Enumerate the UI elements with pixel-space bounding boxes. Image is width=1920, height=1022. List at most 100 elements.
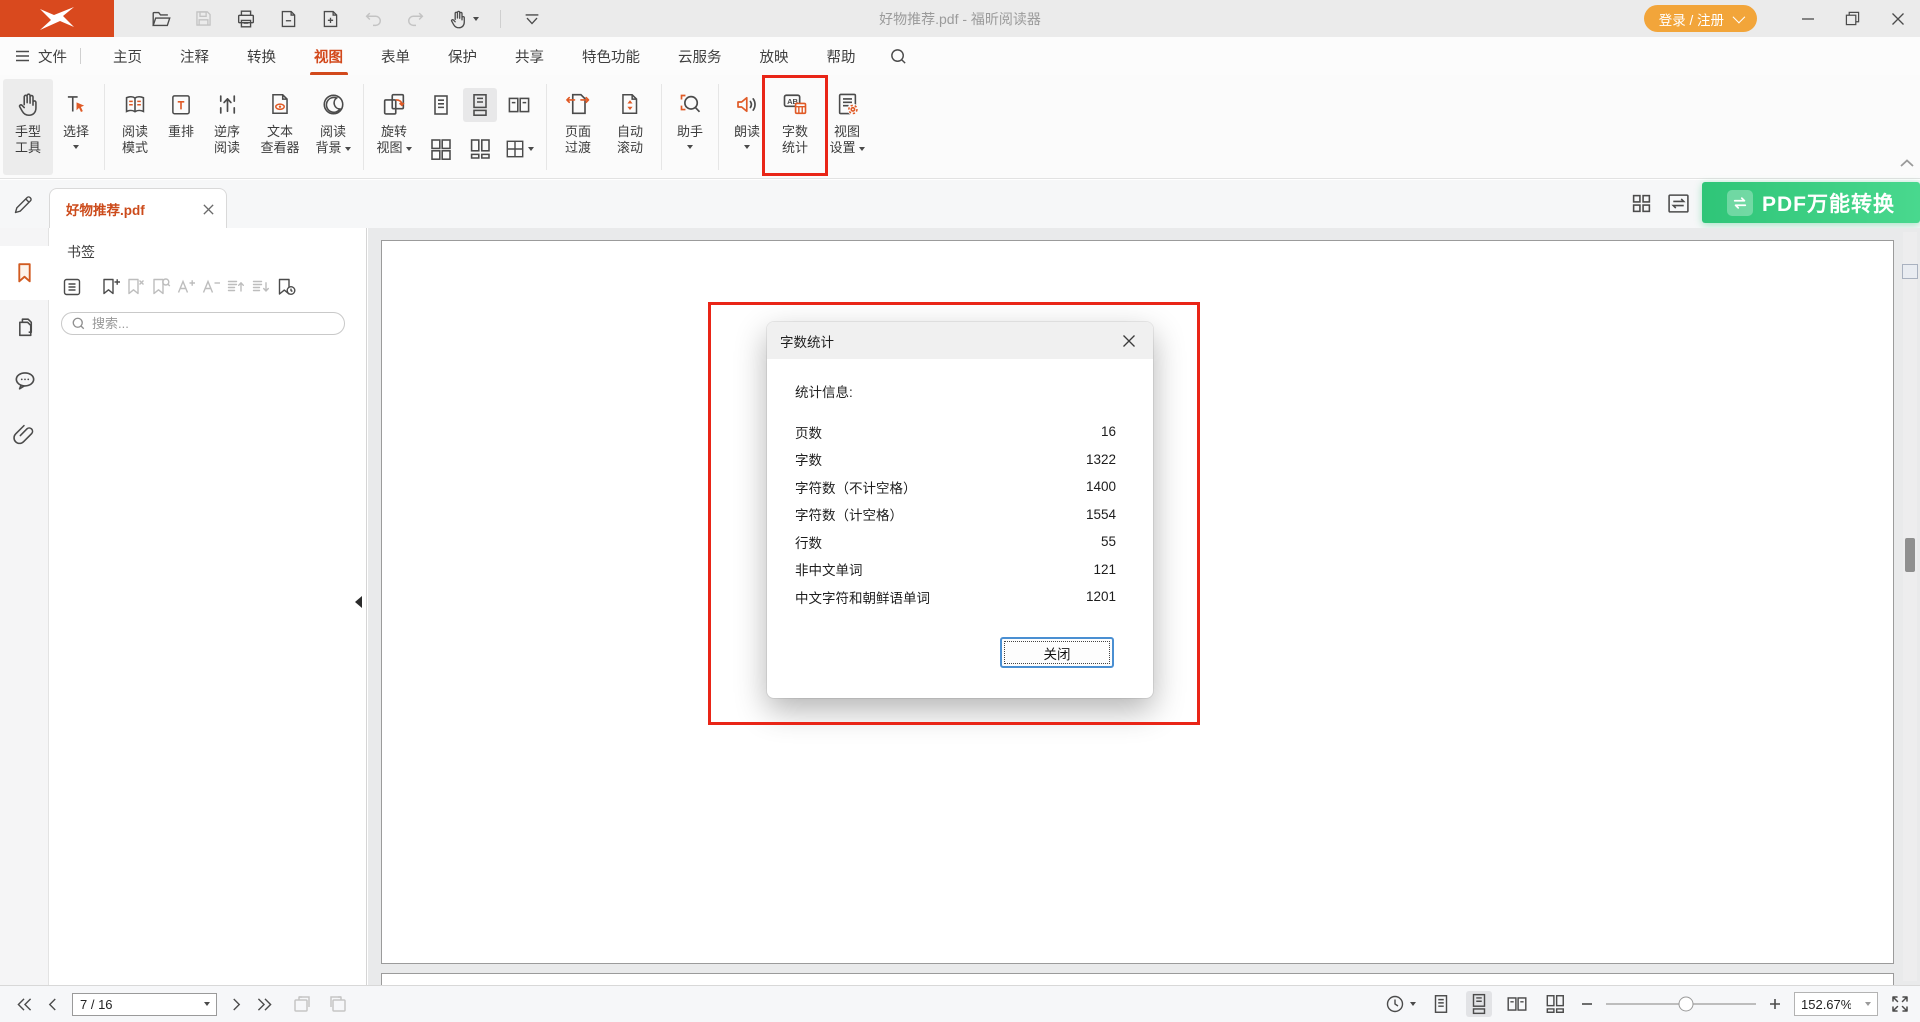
bookmark-search-input[interactable]	[92, 316, 335, 331]
minimize-button[interactable]	[1785, 0, 1830, 37]
bookmark-expand-icon[interactable]	[223, 275, 248, 299]
menu-item-present[interactable]: 放映	[760, 36, 789, 76]
word-count-button[interactable]: AB 字数 统计	[770, 79, 820, 175]
menu-item-protect[interactable]: 保护	[448, 36, 477, 76]
layout-continuous-button[interactable]	[463, 88, 497, 122]
stat-row-chars-with-spaces: 字符数（计空格）1554	[795, 501, 1116, 529]
next-page-button[interactable]	[231, 997, 242, 1012]
menu-item-cloud[interactable]: 云服务	[678, 36, 722, 76]
status-layout-continuous-button[interactable]	[1466, 991, 1492, 1017]
print-icon	[235, 8, 257, 30]
tab-swap-icon[interactable]	[1667, 193, 1690, 214]
layout-single-page-button[interactable]	[424, 88, 458, 122]
sidebar-item-pages[interactable]	[0, 300, 49, 354]
bookmark-add-icon[interactable]	[98, 275, 123, 299]
sidebar-item-comments[interactable]	[0, 354, 49, 408]
page-number-combo[interactable]	[72, 993, 217, 1016]
bookmark-list-icon[interactable]	[59, 275, 84, 299]
assistant-button[interactable]: 助手	[667, 79, 713, 175]
view-settings-button[interactable]: 视图 设置	[820, 79, 874, 175]
page-transition-button[interactable]: 页面 过渡	[552, 79, 604, 175]
page-minus-button[interactable]	[278, 8, 299, 30]
vertical-scrollbar[interactable]	[1903, 232, 1917, 981]
undo-button[interactable]	[362, 9, 384, 29]
previous-view-button[interactable]	[291, 994, 313, 1014]
font-increase-icon[interactable]	[173, 275, 198, 299]
rotate-view-button[interactable]: 旋转 视图	[369, 79, 419, 175]
previous-page-button[interactable]	[47, 997, 58, 1012]
status-layout-single-button[interactable]	[1428, 991, 1454, 1017]
menu-item-form[interactable]: 表单	[381, 36, 410, 76]
scrollbar-top-box[interactable]	[1902, 264, 1918, 279]
zoom-slider[interactable]	[1606, 1003, 1756, 1005]
hand-tool-button[interactable]: 手型 工具	[3, 79, 53, 175]
text-viewer-button[interactable]: 文本 查看器	[252, 79, 308, 175]
pdf-convert-button[interactable]: PDF万能转换	[1702, 182, 1920, 223]
bookmark-delete-icon[interactable]	[123, 275, 148, 299]
hand-quick-caret-icon	[473, 17, 479, 21]
menu-item-convert[interactable]: 转换	[247, 36, 276, 76]
fullscreen-button[interactable]	[1890, 994, 1910, 1014]
redo-button[interactable]	[405, 9, 427, 29]
next-view-button[interactable]	[327, 994, 349, 1014]
bookmark-collapse-icon[interactable]	[248, 275, 273, 299]
layout-facing-continuous-button[interactable]	[463, 132, 497, 166]
menu-item-comment[interactable]: 注释	[180, 36, 209, 76]
document-tab[interactable]: 好物推荐.pdf	[49, 188, 227, 229]
auto-scroll-button[interactable]: 自动 滚动	[604, 79, 656, 175]
collapse-ribbon-button[interactable]	[1899, 158, 1915, 168]
menu-item-help[interactable]: 帮助	[827, 36, 856, 76]
page-number-input[interactable]	[73, 997, 189, 1012]
login-button[interactable]: 登录 / 注册	[1644, 5, 1757, 32]
reverse-read-button[interactable]: 逆序 阅读	[202, 79, 252, 175]
zoom-out-button[interactable]	[1580, 997, 1594, 1011]
menu-item-view[interactable]: 视图	[314, 36, 343, 76]
bookmark-search-icon[interactable]	[148, 275, 173, 299]
scrollbar-thumb[interactable]	[1905, 538, 1915, 572]
dialog-close-button[interactable]	[1118, 330, 1140, 352]
status-layout-facing-continuous-button[interactable]	[1542, 991, 1568, 1017]
close-window-button[interactable]	[1875, 0, 1920, 37]
menu-search-button[interactable]	[889, 47, 908, 66]
reflow-button[interactable]: 重排	[160, 79, 202, 175]
dialog-close-action-button[interactable]: 关闭	[1000, 637, 1114, 668]
zoom-slider-handle[interactable]	[1678, 997, 1693, 1012]
read-mode-button[interactable]: 阅读 模式	[110, 79, 160, 175]
menu-item-features[interactable]: 特色功能	[582, 36, 640, 76]
sidebar-item-attachments[interactable]	[0, 408, 49, 462]
layout-grid-button[interactable]	[424, 132, 458, 166]
tab-grid-icon[interactable]	[1631, 193, 1652, 214]
zoom-level-combo[interactable]	[1794, 992, 1878, 1016]
app-logo[interactable]	[0, 0, 114, 37]
select-button[interactable]: 选择	[53, 79, 99, 175]
read-aloud-button[interactable]: 朗读	[724, 79, 770, 175]
save-button[interactable]	[193, 8, 214, 29]
status-layout-facing-button[interactable]	[1504, 991, 1530, 1017]
bookmark-recent-icon[interactable]	[273, 275, 298, 299]
reading-time-button[interactable]	[1385, 994, 1416, 1014]
zoom-level-input[interactable]	[1795, 997, 1851, 1012]
read-bg-button[interactable]: 阅读 背景	[308, 79, 358, 175]
panel-collapse-icon[interactable]	[355, 596, 362, 608]
menu-item-home[interactable]: 主页	[113, 36, 142, 76]
layout-split-button[interactable]	[502, 132, 536, 166]
first-page-button[interactable]	[16, 997, 33, 1012]
customize-toolbar-button[interactable]	[522, 11, 542, 27]
layout-facing-button[interactable]	[502, 88, 536, 122]
last-page-button[interactable]	[256, 997, 273, 1012]
hand-quick-button[interactable]	[448, 8, 479, 30]
restore-button[interactable]	[1830, 0, 1875, 37]
zoom-in-button[interactable]	[1768, 997, 1782, 1011]
page-combo-caret-icon	[204, 1002, 210, 1006]
bookmark-search-box[interactable]	[61, 312, 345, 335]
menu-file[interactable]: 文件	[15, 46, 67, 67]
page-plus-button[interactable]	[320, 8, 341, 30]
ribbon-separator	[363, 84, 364, 170]
font-decrease-icon[interactable]	[198, 275, 223, 299]
print-button[interactable]	[235, 8, 257, 30]
tab-close-icon[interactable]	[202, 203, 215, 216]
open-button[interactable]	[150, 8, 172, 30]
menu-item-share[interactable]: 共享	[515, 36, 544, 76]
sidebar-item-bookmarks[interactable]	[0, 246, 49, 300]
pencil-icon[interactable]	[11, 193, 35, 217]
